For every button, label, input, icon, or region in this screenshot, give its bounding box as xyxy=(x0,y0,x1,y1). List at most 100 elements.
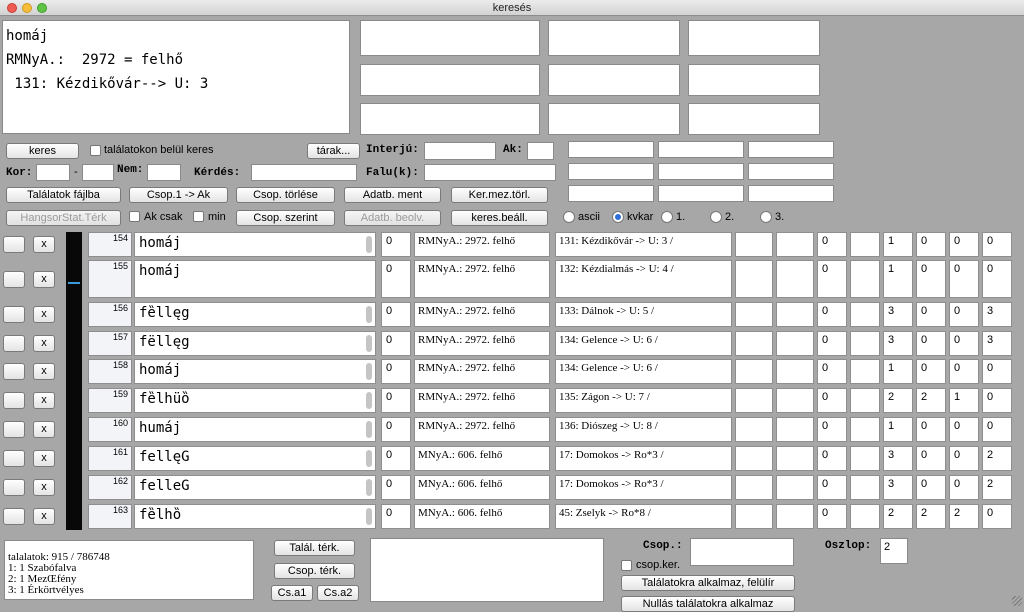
csop-terk-button[interactable]: Csop. térk. xyxy=(274,563,355,579)
hangsorstat-terk-button[interactable]: HangsorStat.Térk xyxy=(6,210,121,226)
row-scroll-thumb[interactable] xyxy=(366,363,372,380)
min-checkbox[interactable] xyxy=(193,211,204,222)
radio-ascii[interactable] xyxy=(563,211,575,223)
keres-beall-button[interactable]: keres.beáll. xyxy=(451,210,548,226)
nullas-alkalmaz-button[interactable]: Nullás találatokra alkalmaz xyxy=(621,596,795,612)
ak-input[interactable] xyxy=(527,142,554,160)
ak-csak-checkbox[interactable] xyxy=(129,211,140,222)
row-delete-button[interactable]: x xyxy=(33,335,55,352)
row-word[interactable]: fȅllęg xyxy=(134,302,376,327)
row-word[interactable]: humáj xyxy=(134,417,376,442)
minimize-window-icon[interactable] xyxy=(22,3,32,13)
row-scroll-thumb[interactable] xyxy=(366,236,372,253)
interju-input[interactable] xyxy=(424,142,496,160)
row-select-button[interactable] xyxy=(3,421,25,438)
side-field[interactable] xyxy=(658,163,744,180)
row-word[interactable]: fëllęg xyxy=(134,331,376,356)
upper-box[interactable] xyxy=(688,20,820,56)
alkalmaz-felulir-button[interactable]: Találatokra alkalmaz, felülír xyxy=(621,575,795,591)
radio-3[interactable] xyxy=(760,211,772,223)
row-scroll-thumb[interactable] xyxy=(366,421,372,438)
row-delete-button[interactable]: x xyxy=(33,306,55,323)
row-n0: 0 xyxy=(381,260,411,298)
close-window-icon[interactable] xyxy=(7,3,17,13)
upper-box[interactable] xyxy=(360,64,540,96)
side-field[interactable] xyxy=(658,185,744,202)
tarak-button[interactable]: tárak... xyxy=(307,143,360,159)
side-field[interactable] xyxy=(568,163,654,180)
row-select-button[interactable] xyxy=(3,306,25,323)
talalatok-fajlba-button[interactable]: Találatok fájlba xyxy=(6,187,121,203)
row-delete-button[interactable]: x xyxy=(33,508,55,525)
row-word[interactable]: felleG xyxy=(134,475,376,500)
radio-1[interactable] xyxy=(661,211,673,223)
kor-to-input[interactable] xyxy=(82,164,114,181)
resize-grip-icon[interactable] xyxy=(1012,596,1022,606)
csa2-button[interactable]: Cs.a2 xyxy=(317,585,359,601)
row-word[interactable]: fellęG xyxy=(134,446,376,471)
row-delete-button[interactable]: x xyxy=(33,271,55,288)
nem-input[interactable] xyxy=(147,164,181,181)
side-field[interactable] xyxy=(568,141,654,158)
row-select-button[interactable] xyxy=(3,271,25,288)
row-word[interactable]: homáj xyxy=(134,359,376,384)
ker-mez-torl-button[interactable]: Ker.mez.törl. xyxy=(451,187,548,203)
main-display[interactable]: homáj RMNyA.: 2972 = felhő 131: Kézdikőv… xyxy=(2,20,350,134)
csop-ker-checkbox[interactable] xyxy=(621,560,632,571)
row-select-button[interactable] xyxy=(3,335,25,352)
talalatokon-belul-checkbox[interactable] xyxy=(90,145,101,156)
csa1-button[interactable]: Cs.a1 xyxy=(271,585,313,601)
row-scroll-thumb[interactable] xyxy=(366,335,372,352)
upper-box[interactable] xyxy=(548,103,680,135)
radio-kvkar[interactable] xyxy=(612,211,624,223)
row-scroll-thumb[interactable] xyxy=(366,479,372,496)
csop-torlese-button[interactable]: Csop. törlése xyxy=(236,187,335,203)
row-select-button[interactable] xyxy=(3,363,25,380)
kerdes-input[interactable] xyxy=(251,164,357,181)
upper-box[interactable] xyxy=(360,20,540,56)
oszlop-input[interactable]: 2 xyxy=(880,538,908,564)
row-delete-button[interactable]: x xyxy=(33,392,55,409)
falu-input[interactable] xyxy=(424,164,556,181)
upper-box[interactable] xyxy=(360,103,540,135)
upper-box[interactable] xyxy=(548,64,680,96)
talal-terk-button[interactable]: Talál. térk. xyxy=(274,540,355,556)
row-word[interactable]: homáj xyxy=(134,260,376,298)
row-word[interactable]: homáj xyxy=(134,232,376,257)
row-delete-button[interactable]: x xyxy=(33,450,55,467)
adatb-ment-button[interactable]: Adatb. ment xyxy=(344,187,441,203)
side-field[interactable] xyxy=(748,163,834,180)
csop-input[interactable] xyxy=(690,538,794,566)
kor-from-input[interactable] xyxy=(36,164,70,181)
upper-box[interactable] xyxy=(548,20,680,56)
row-scroll-thumb[interactable] xyxy=(366,392,372,409)
csop1-ak-button[interactable]: Csop.1 -> Ak xyxy=(129,187,228,203)
row-delete-button[interactable]: x xyxy=(33,421,55,438)
row-delete-button[interactable]: x xyxy=(33,479,55,496)
side-field[interactable] xyxy=(748,141,834,158)
row-select-button[interactable] xyxy=(3,508,25,525)
row-scroll-thumb[interactable] xyxy=(366,306,372,323)
keres-button[interactable]: keres xyxy=(6,143,79,159)
side-field[interactable] xyxy=(658,141,744,158)
row-scroll-thumb[interactable] xyxy=(366,508,372,525)
row-select-button[interactable] xyxy=(3,479,25,496)
row-select-button[interactable] xyxy=(3,236,25,253)
zoom-window-icon[interactable] xyxy=(37,3,47,13)
row-word[interactable]: fȅlhȍ xyxy=(134,504,376,529)
row-word[interactable]: fȅlhüȍ xyxy=(134,388,376,413)
row-select-button[interactable] xyxy=(3,450,25,467)
adatb-beolv-button[interactable]: Adatb. beolv. xyxy=(344,210,441,226)
upper-box[interactable] xyxy=(688,64,820,96)
row-select-button[interactable] xyxy=(3,392,25,409)
row-scroll-thumb[interactable] xyxy=(366,450,372,467)
row-delete-button[interactable]: x xyxy=(33,236,55,253)
upper-box[interactable] xyxy=(688,103,820,135)
side-field[interactable] xyxy=(748,185,834,202)
results-scrollbar[interactable] xyxy=(66,232,82,530)
bottom-text-area[interactable] xyxy=(370,538,604,602)
csop-szerint-button[interactable]: Csop. szerint xyxy=(236,210,335,226)
radio-2[interactable] xyxy=(710,211,722,223)
side-field[interactable] xyxy=(568,185,654,202)
row-delete-button[interactable]: x xyxy=(33,363,55,380)
